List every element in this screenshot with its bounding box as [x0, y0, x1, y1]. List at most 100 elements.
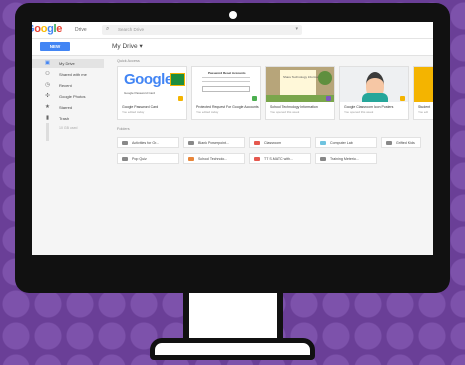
action-bar: NEW My Drive ▾	[32, 39, 433, 56]
card-title: Google Password Card	[122, 105, 159, 109]
folder-item[interactable]: Blank Powerpoint...	[183, 137, 245, 148]
thumb-sticky-text: Share Technology Information	[283, 75, 323, 79]
thumb-leaf	[318, 71, 332, 85]
folder-label: Grifted Kids	[396, 141, 415, 145]
card-title: Student	[418, 105, 431, 109]
folder-icon	[122, 157, 128, 161]
screen: Google Drive ⌕ Search Drive ▾ NEW My Dri…	[32, 22, 433, 255]
sheets-file-icon	[252, 96, 257, 101]
classroom-icon	[170, 73, 185, 86]
folder-item[interactable]: Grifted Kids	[381, 137, 421, 148]
thumb-heading: Password Reset Accounts	[208, 71, 246, 75]
folder-item[interactable]: Pop Quiz	[117, 153, 179, 164]
card-thumbnail	[414, 67, 433, 102]
clock-icon: ◷	[45, 82, 50, 88]
folder-icon	[320, 141, 326, 145]
card-thumbnail: Google Google Password Card	[118, 67, 186, 102]
sidebar-item-recent[interactable]: ◷ Recent	[32, 81, 104, 90]
quick-access-label: Quick Access	[117, 59, 140, 63]
folder-icon	[254, 157, 260, 161]
drive-icon: ▣	[44, 60, 51, 66]
card-thumbnail	[340, 67, 408, 102]
webcam-dot	[228, 11, 237, 19]
breadcrumb[interactable]: My Drive ▾	[112, 42, 143, 50]
folder-label: Activities for Gr...	[132, 141, 160, 145]
thumb-google-wordmark: Google	[124, 71, 173, 88]
quick-access-card[interactable]: Google Google Password Card Google Passw…	[117, 66, 187, 120]
sidebar-item-label: Google Photos	[59, 94, 86, 99]
card-subtitle: You edited today	[122, 110, 145, 114]
folder-icon	[188, 157, 194, 161]
top-bar: Google Drive ⌕ Search Drive ▾	[32, 22, 433, 39]
forms-file-icon	[326, 96, 331, 101]
folder-icon	[122, 141, 128, 145]
sidebar-item-label: Starred	[59, 105, 73, 110]
search-placeholder: Search Drive	[118, 27, 145, 32]
folder-label: School Technolo...	[198, 157, 228, 161]
sidebar-item-photos[interactable]: ✣ Google Photos	[32, 92, 104, 101]
quick-access-card[interactable]: Google Classroom Icon Posters You opened…	[339, 66, 409, 120]
card-title: Protected Request For Google Accounts	[196, 105, 259, 109]
folder-label: TT S.MATC with...	[264, 157, 294, 161]
folder-item[interactable]: Classroom	[249, 137, 311, 148]
sidebar-scroll-handle[interactable]	[46, 123, 49, 141]
card-subtitle: You opened this week	[344, 110, 374, 114]
quick-access-card[interactable]: Password Reset Accounts Protected Reques…	[191, 66, 261, 120]
thumb-lines	[202, 77, 250, 78]
search-icon: ⌕	[106, 26, 110, 32]
main-content: Quick Access Google Google Password Card…	[107, 56, 433, 255]
thumb-table	[202, 86, 250, 92]
card-title: School Technology Information	[270, 105, 318, 109]
star-icon: ★	[45, 104, 50, 110]
folder-label: Computer Lab	[330, 141, 353, 145]
card-thumbnail: Share Technology Information	[266, 67, 334, 102]
folder-label: Blank Powerpoint...	[198, 141, 229, 145]
new-button[interactable]: NEW	[40, 42, 70, 51]
monitor-frame: Google Drive ⌕ Search Drive ▾ NEW My Dri…	[15, 3, 450, 293]
sidebar: ▣ My Drive ⚇ Shared with me ◷ Recent ✣ G…	[32, 56, 104, 255]
folder-icon	[386, 141, 392, 145]
thumb-lines	[202, 81, 250, 82]
folder-item[interactable]: Training Meterio...	[315, 153, 377, 164]
photos-icon: ✣	[45, 93, 50, 99]
sidebar-item-label: My Drive	[59, 61, 75, 66]
thumb-caption: Google Password Card	[124, 91, 156, 95]
folder-label: Pop Quiz	[132, 157, 147, 161]
thumb-green-bar	[266, 95, 334, 102]
sidebar-item-starred[interactable]: ★ Starred	[32, 103, 104, 112]
card-subtitle: You edited today	[196, 110, 219, 114]
sidebar-item-my-drive[interactable]: ▣ My Drive	[32, 59, 104, 68]
monitor-stand-base	[150, 338, 315, 360]
slides-file-icon	[178, 96, 183, 101]
sidebar-item-label: Trash	[59, 116, 70, 121]
product-name: Drive	[75, 27, 87, 33]
card-title: Google Classroom Icon Posters	[344, 105, 394, 109]
card-subtitle: You edi	[418, 110, 428, 114]
sidebar-item-label: Recent	[59, 83, 72, 88]
search-options-icon[interactable]: ▾	[295, 26, 298, 32]
search-input[interactable]: ⌕ Search Drive ▾	[102, 25, 302, 35]
quick-access-card[interactable]: Share Technology Information School Tech…	[265, 66, 335, 120]
folder-item[interactable]: School Technolo...	[183, 153, 245, 164]
slides-file-icon	[400, 96, 405, 101]
monitor-stand-neck	[183, 293, 283, 343]
storage-text: 10 GB used	[59, 126, 78, 130]
folder-icon	[320, 157, 326, 161]
google-logo[interactable]: Google	[32, 23, 62, 35]
people-icon: ⚇	[45, 71, 50, 77]
card-thumbnail: Password Reset Accounts	[192, 67, 260, 102]
folder-item[interactable]: TT S.MATC with...	[249, 153, 311, 164]
folders-label: Folders	[117, 127, 130, 131]
card-subtitle: You opened this week	[270, 110, 300, 114]
sidebar-item-label: Shared with me	[59, 72, 87, 77]
thumb-character-body	[362, 93, 388, 102]
folder-icon	[188, 141, 194, 145]
folder-label: Training Meterio...	[330, 157, 359, 161]
sidebar-item-trash[interactable]: ▮ Trash	[32, 114, 104, 123]
sidebar-item-shared[interactable]: ⚇ Shared with me	[32, 70, 104, 79]
folder-item[interactable]: Activities for Gr...	[117, 137, 179, 148]
folder-label: Classroom	[264, 141, 282, 145]
folder-icon	[254, 141, 260, 145]
folder-item[interactable]: Computer Lab	[315, 137, 377, 148]
quick-access-card[interactable]: Student You edi	[413, 66, 433, 120]
